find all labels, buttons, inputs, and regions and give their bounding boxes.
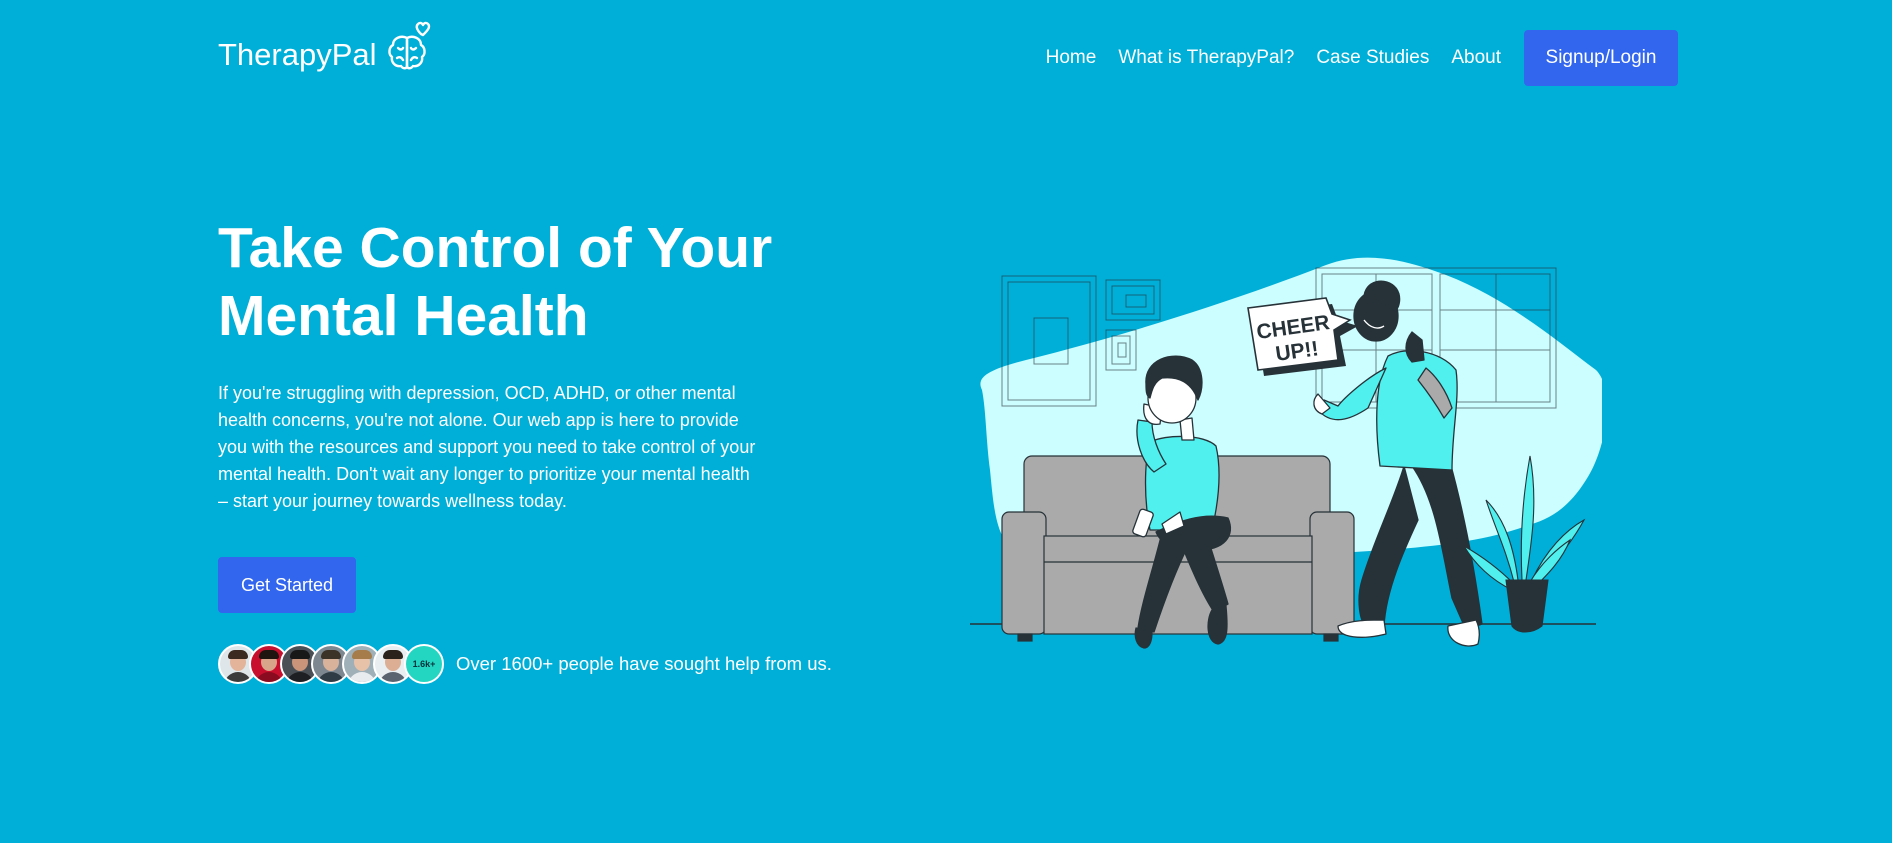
user-count-badge: 1.6k+ (404, 644, 444, 684)
avatar-group: 1.6k+ (218, 644, 444, 684)
signup-login-button[interactable]: Signup/Login (1524, 30, 1678, 86)
site-header: TherapyPal Home What is TherapyPal? Case… (218, 21, 1678, 86)
social-proof: 1.6k+ Over 1600+ people have sought help… (218, 644, 832, 684)
nav-about[interactable]: About (1451, 47, 1501, 69)
hero-illustration: CHEER UP!! (966, 250, 1607, 660)
nav-case-studies[interactable]: Case Studies (1316, 47, 1429, 69)
brand-name: TherapyPal (218, 36, 377, 72)
brain-heart-icon (385, 20, 433, 77)
social-proof-text: Over 1600+ people have sought help from … (456, 653, 832, 674)
hero-title-line-2: Mental Health (218, 284, 589, 348)
nav-what-is[interactable]: What is TherapyPal? (1118, 47, 1294, 69)
hero-description: If you're struggling with depression, OC… (218, 383, 756, 511)
logo[interactable]: TherapyPal (218, 21, 433, 77)
nav-home[interactable]: Home (1046, 47, 1097, 69)
cheer-up-illustration: CHEER UP!! (970, 257, 1607, 649)
hero-title: Take Control of Your Mental Health (218, 214, 818, 350)
hero-title-line-1: Take Control of Your (218, 216, 773, 280)
main-nav: Home What is TherapyPal? Case Studies Ab… (1024, 30, 1678, 86)
get-started-button[interactable]: Get Started (218, 557, 356, 613)
